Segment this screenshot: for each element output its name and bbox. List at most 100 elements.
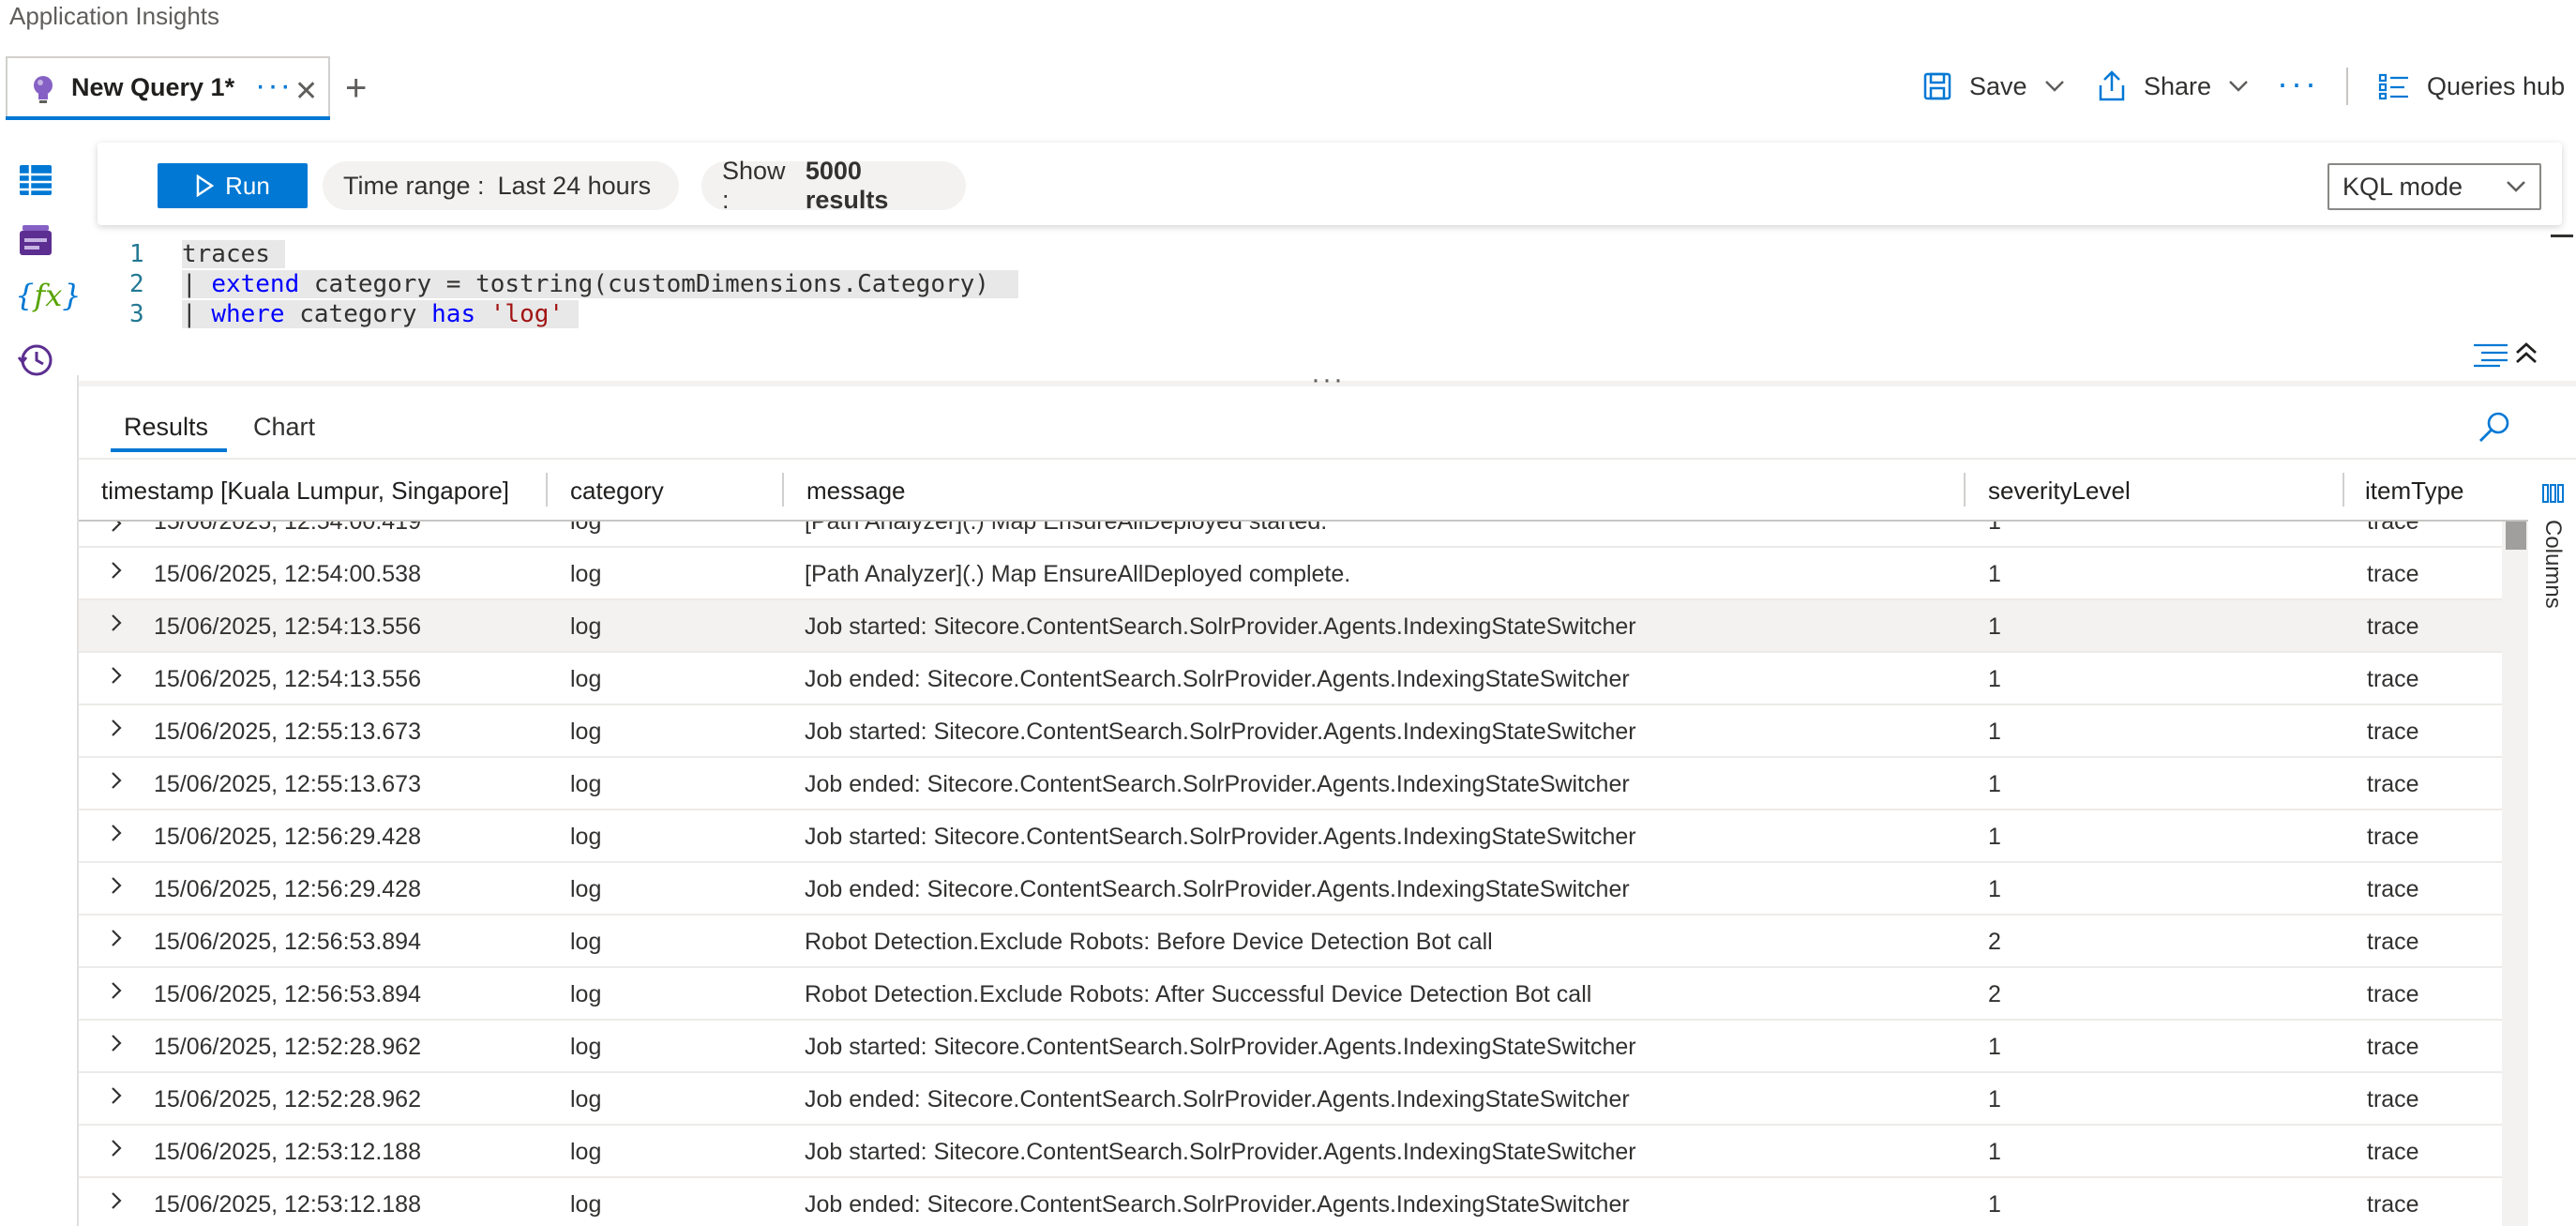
chevron-right-icon[interactable] xyxy=(105,612,128,634)
save-button[interactable]: Save xyxy=(1922,68,2082,105)
chevron-right-icon[interactable] xyxy=(105,1084,128,1107)
queries-hub-button[interactable]: Queries hub xyxy=(2378,68,2565,105)
cell-category: log xyxy=(570,522,602,535)
search-icon[interactable] xyxy=(2476,409,2513,447)
cell-message: Job started: Sitecore.ContentSearch.Solr… xyxy=(805,613,1636,640)
column-divider[interactable] xyxy=(546,473,548,507)
cell-category: log xyxy=(570,613,602,640)
show-results-picker[interactable]: Show : 5000 results xyxy=(701,157,966,214)
share-icon xyxy=(2099,70,2125,101)
cell-timestamp: 15/06/2025, 12:56:53.894 xyxy=(154,981,421,1007)
column-header-category[interactable]: category xyxy=(570,477,664,506)
cell-itemtype: trace xyxy=(2367,876,2419,902)
format-query-icon[interactable] xyxy=(2472,341,2509,368)
code-keyword: has xyxy=(431,300,476,328)
column-header-itemtype[interactable]: itemType xyxy=(2365,477,2464,506)
tab-chart[interactable]: Chart xyxy=(253,413,315,442)
cell-message: Robot Detection.Exclude Robots: Before D… xyxy=(805,929,1493,955)
cell-message: Job ended: Sitecore.ContentSearch.SolrPr… xyxy=(805,771,1630,797)
tab-results[interactable]: Results xyxy=(124,413,208,442)
table-row[interactable]: 15/06/2025, 12:53:12.188 log Job started… xyxy=(79,1126,2509,1178)
cell-timestamp: 15/06/2025, 12:53:12.188 xyxy=(154,1139,421,1165)
table-row[interactable]: 15/06/2025, 12:56:29.428 log Job ended: … xyxy=(79,863,2509,916)
cell-message: [Path Analyzer](.) Map EnsureAllDeployed… xyxy=(805,522,1328,535)
scrollbar-thumb[interactable] xyxy=(2506,522,2526,550)
code-pipe: | xyxy=(182,300,197,328)
chevron-right-icon[interactable] xyxy=(105,1189,128,1212)
cell-message: Job ended: Sitecore.ContentSearch.SolrPr… xyxy=(805,1191,1630,1218)
chevron-right-icon[interactable] xyxy=(105,664,128,687)
save-label: Save xyxy=(1969,71,2027,100)
query-editor[interactable]: 1 2 3 traces | extend category = tostrin… xyxy=(98,235,2562,375)
time-range-picker[interactable]: Time range : Last 24 hours xyxy=(323,161,679,210)
cell-severity: 1 xyxy=(1988,561,2001,587)
add-tab-icon[interactable]: + xyxy=(345,68,367,110)
cell-timestamp: 15/06/2025, 12:54:00.419 xyxy=(154,522,421,535)
column-header-severity[interactable]: severityLevel xyxy=(1988,477,2131,506)
share-button[interactable]: Share xyxy=(2097,68,2266,105)
columns-panel-toggle[interactable]: Columns xyxy=(2532,478,2573,628)
chevron-right-icon[interactable] xyxy=(105,1032,128,1054)
chevron-right-icon[interactable] xyxy=(105,559,128,582)
table-row[interactable]: 15/06/2025, 12:56:53.894 log Robot Detec… xyxy=(79,968,2509,1021)
table-row[interactable]: 15/06/2025, 12:52:28.962 log Job ended: … xyxy=(79,1073,2509,1126)
chevron-right-icon[interactable] xyxy=(105,822,128,844)
cell-itemtype: trace xyxy=(2367,1191,2419,1218)
table-row[interactable]: 15/06/2025, 12:53:12.188 log Job ended: … xyxy=(79,1178,2509,1226)
table-row[interactable]: 15/06/2025, 12:54:00.538 log [Path Analy… xyxy=(79,548,2509,600)
column-divider[interactable] xyxy=(782,473,784,507)
cell-category: log xyxy=(570,1191,602,1218)
collapse-editor-icon[interactable] xyxy=(2513,340,2539,366)
kql-mode-dropdown[interactable]: KQL mode xyxy=(2327,163,2541,210)
run-button[interactable]: Run xyxy=(158,163,308,208)
column-divider[interactable] xyxy=(2343,473,2344,507)
column-divider[interactable] xyxy=(1964,473,1966,507)
column-header-timestamp[interactable]: timestamp [Kuala Lumpur, Singapore] xyxy=(101,477,509,506)
queries-icon[interactable] xyxy=(17,221,54,259)
cell-itemtype: trace xyxy=(2367,1086,2419,1112)
cell-timestamp: 15/06/2025, 12:54:13.556 xyxy=(154,613,421,640)
code-string: 'log' xyxy=(490,300,565,328)
close-icon[interactable]: ✕ xyxy=(294,75,318,108)
splitter-handle-icon[interactable]: ··· xyxy=(1311,364,1345,396)
chevron-right-icon[interactable] xyxy=(105,979,128,1002)
more-options-icon[interactable]: ··· xyxy=(2277,64,2319,103)
cell-category: log xyxy=(570,876,602,902)
tab-more-icon[interactable]: ··· xyxy=(255,68,293,104)
table-row[interactable]: 15/06/2025, 12:54:00.419 log [Path Analy… xyxy=(79,522,2509,548)
chevron-right-icon[interactable] xyxy=(105,522,128,535)
chevron-right-icon[interactable] xyxy=(105,874,128,897)
cell-category: log xyxy=(570,824,602,850)
cell-message: Job started: Sitecore.ContentSearch.Solr… xyxy=(805,1139,1636,1165)
code-line-3: | where category has 'log' xyxy=(182,300,579,328)
column-header-message[interactable]: message xyxy=(806,477,906,506)
table-row[interactable]: 15/06/2025, 12:55:13.673 log Job ended: … xyxy=(79,758,2509,810)
cell-message: Job started: Sitecore.ContentSearch.Solr… xyxy=(805,1034,1636,1060)
table-row[interactable]: 15/06/2025, 12:54:13.556 log Job ended: … xyxy=(79,653,2509,705)
chevron-right-icon[interactable] xyxy=(105,1137,128,1159)
results-scrollbar[interactable] xyxy=(2502,522,2528,1226)
table-row[interactable]: 15/06/2025, 12:56:29.428 log Job started… xyxy=(79,810,2509,863)
tables-icon[interactable] xyxy=(17,161,54,199)
chevron-right-icon[interactable] xyxy=(105,927,128,949)
queries-hub-label: Queries hub xyxy=(2427,71,2566,100)
chevron-right-icon[interactable] xyxy=(105,769,128,792)
lightbulb-icon xyxy=(34,76,53,103)
cell-severity: 1 xyxy=(1988,719,2001,745)
chevron-right-icon[interactable] xyxy=(105,717,128,739)
active-tab-indicator xyxy=(6,116,330,120)
cell-severity: 2 xyxy=(1988,981,2001,1007)
table-row[interactable]: 15/06/2025, 12:52:28.962 log Job started… xyxy=(79,1021,2509,1073)
line-number: 2 xyxy=(129,270,144,298)
chevron-down-icon xyxy=(2507,181,2525,192)
chevron-down-icon xyxy=(2229,81,2248,92)
table-row[interactable]: 15/06/2025, 12:54:13.556 log Job started… xyxy=(79,600,2509,653)
table-row[interactable]: 15/06/2025, 12:55:13.673 log Job started… xyxy=(79,705,2509,758)
table-row[interactable]: 15/06/2025, 12:56:53.894 log Robot Detec… xyxy=(79,916,2509,968)
functions-icon[interactable]: {fx} xyxy=(15,278,82,313)
cell-timestamp: 15/06/2025, 12:55:13.673 xyxy=(154,771,421,797)
results-grid-header: timestamp [Kuala Lumpur, Singapore] cate… xyxy=(79,460,2528,522)
cell-severity: 1 xyxy=(1988,613,2001,640)
history-icon[interactable] xyxy=(17,341,54,379)
results-tab-indicator xyxy=(111,448,227,452)
